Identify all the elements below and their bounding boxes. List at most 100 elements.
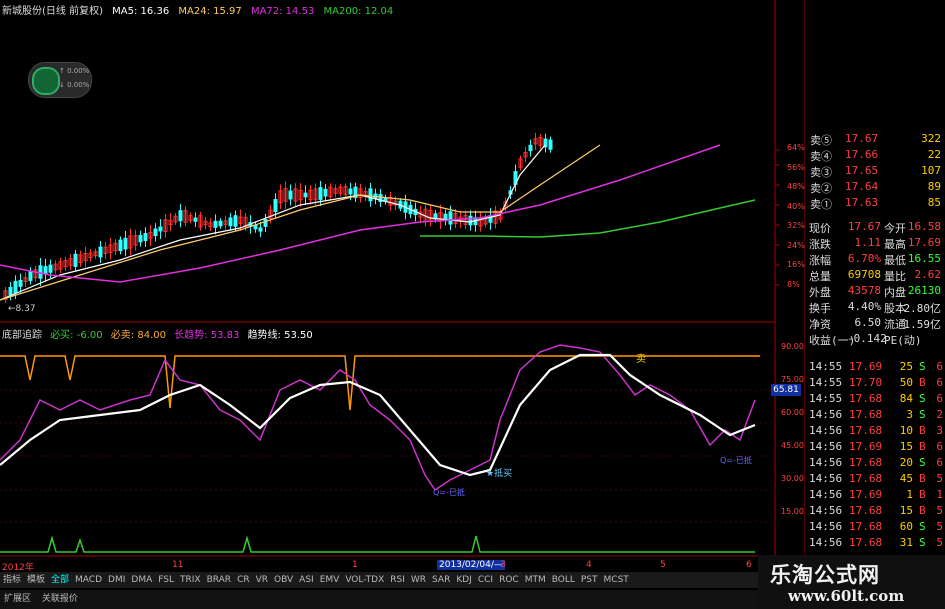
tab-11[interactable]: OBV	[271, 572, 296, 588]
trend-line	[0, 353, 756, 477]
low-tag-a: Q=-已抵	[433, 488, 465, 497]
indicator-scale-tick: 60.00	[781, 408, 804, 417]
ask-row[interactable]: 卖④ 17.66 22	[805, 148, 945, 164]
quote-value: 1.59亿	[903, 318, 942, 331]
tab-7[interactable]: TRIX	[177, 572, 204, 588]
buy-tag: ★抵买	[486, 469, 513, 479]
indicator-scale-tick: 30.00	[781, 474, 804, 483]
tab-1[interactable]: 模板	[24, 572, 48, 588]
tab-21[interactable]: MTM	[522, 572, 549, 588]
quote-value: 17.69	[907, 236, 941, 249]
ask-price: 17.64	[845, 180, 879, 193]
candle-body	[138, 235, 143, 243]
quote-key: 内盘	[884, 286, 906, 299]
tab-18[interactable]: KDJ	[453, 572, 475, 588]
tab-24[interactable]: MCST	[601, 572, 632, 588]
tab-10[interactable]: VR	[253, 572, 271, 588]
trade-count: 3	[936, 424, 943, 437]
tab-15[interactable]: RSI	[387, 572, 408, 588]
tab-14[interactable]: VOL-TDX	[342, 572, 387, 588]
trade-volume: 15	[899, 440, 913, 453]
tab-extension[interactable]: 扩展区	[0, 590, 35, 609]
tab-19[interactable]: CCI	[475, 572, 496, 588]
trade-count: 5	[936, 472, 943, 485]
ma72-label: MA72: 14.53	[250, 6, 315, 17]
quote-value: 17.67	[847, 220, 881, 233]
tab-22[interactable]: BOLL	[549, 572, 578, 588]
change-badge[interactable]: ↑ 0.00% ↓ 0.00%	[28, 62, 92, 98]
trade-time: 14:56	[809, 504, 843, 517]
tab-4[interactable]: DMI	[105, 572, 128, 588]
low-marker: ←8.37	[8, 304, 36, 314]
trade-volume: 20	[899, 456, 913, 469]
ma-header: 新城股份(日线 前复权) MA5: 16.36 MA24: 15.97 MA72…	[2, 2, 399, 17]
quote-key: 总量	[809, 270, 831, 283]
chart-area[interactable]: 新城股份(日线 前复权) MA5: 16.36 MA24: 15.97 MA72…	[0, 0, 805, 573]
tab-8[interactable]: BRAR	[204, 572, 234, 588]
indicator-buy: 必买: -6.00	[50, 330, 103, 341]
candle-body	[158, 226, 163, 232]
tab-16[interactable]: WR	[408, 572, 429, 588]
tab-23[interactable]: PST	[578, 572, 601, 588]
trade-flag: S	[919, 520, 926, 533]
trade-volume: 3	[906, 408, 913, 421]
trade-volume: 25	[899, 360, 913, 373]
badge-up: ↑ 0.00%	[59, 67, 90, 75]
quote-row: 收益(一) -0.142 PE(动)	[805, 332, 945, 348]
trade-price: 17.70	[849, 376, 883, 389]
candle-body	[273, 199, 278, 212]
ask-row[interactable]: 卖③ 17.65 107	[805, 164, 945, 180]
quote-row: 净资 6.50 流通 1.59亿	[805, 316, 945, 332]
tab-12[interactable]: ASI	[296, 572, 317, 588]
ask-row[interactable]: 卖① 17.63 85	[805, 196, 945, 212]
indicator-trend: 趋势线: 53.50	[247, 330, 313, 341]
tab-related-quote[interactable]: 关联报价	[38, 590, 82, 609]
trade-count: 6	[936, 376, 943, 389]
trade-flag: B	[919, 472, 926, 485]
trade-count: 6	[936, 456, 943, 469]
tab-13[interactable]: EMV	[317, 572, 343, 588]
candle-body	[258, 227, 263, 232]
ask-price: 17.65	[845, 164, 879, 177]
trade-flag: B	[919, 376, 926, 389]
gauge-icon	[32, 67, 60, 95]
trade-count: 6	[936, 360, 943, 373]
price-scale: 64% 56% 48% 40% 32% 24% 16% 8%	[787, 138, 805, 294]
trade-count: 2	[936, 408, 943, 421]
price-scale-tick: 48%	[787, 182, 805, 191]
trade-price: 17.69	[849, 360, 883, 373]
trade-count: 5	[936, 504, 943, 517]
quote-key: PE(动)	[884, 334, 922, 347]
tab-6[interactable]: FSL	[155, 572, 177, 588]
tab-9[interactable]: CR	[234, 572, 253, 588]
ma5-label: MA5: 16.36	[112, 6, 170, 17]
quote-key: 最高	[884, 238, 906, 251]
quote-value: 43578	[847, 284, 881, 297]
candle-body	[348, 188, 353, 195]
ask-price: 17.67	[845, 132, 879, 145]
tab-20[interactable]: ROC	[496, 572, 522, 588]
candle-body	[233, 215, 238, 227]
ask-row[interactable]: 卖② 17.64 89	[805, 180, 945, 196]
tab-0[interactable]: 指标	[0, 572, 24, 588]
quote-value: 1.11	[854, 236, 882, 249]
date-cursor: 2013/02/04/—	[437, 560, 505, 570]
trade-volume: 15	[899, 504, 913, 517]
candle-body	[323, 188, 328, 197]
ask-row[interactable]: 卖⑤ 17.67 322	[805, 132, 945, 148]
candle-body	[28, 270, 33, 282]
badge-down: ↓ 0.00%	[59, 81, 90, 89]
quote-row: 外盘 43578 内盘 26130	[805, 284, 945, 300]
tab-17[interactable]: SAR	[429, 572, 453, 588]
indicator-name: 底部追踪	[2, 330, 42, 341]
tab-3[interactable]: MACD	[72, 572, 105, 588]
quote-value: 2.80亿	[903, 302, 942, 315]
tab-2[interactable]: 全部	[48, 572, 72, 588]
price-scale-tick: 24%	[787, 240, 805, 250]
tab-5[interactable]: DMA	[128, 572, 155, 588]
quote-value: -0.142	[847, 332, 887, 345]
quote-key: 现价	[809, 222, 831, 235]
stock-chart-svg[interactable]	[0, 0, 805, 570]
ask-label: 卖②	[810, 182, 832, 195]
trade-time: 14:56	[809, 424, 843, 437]
